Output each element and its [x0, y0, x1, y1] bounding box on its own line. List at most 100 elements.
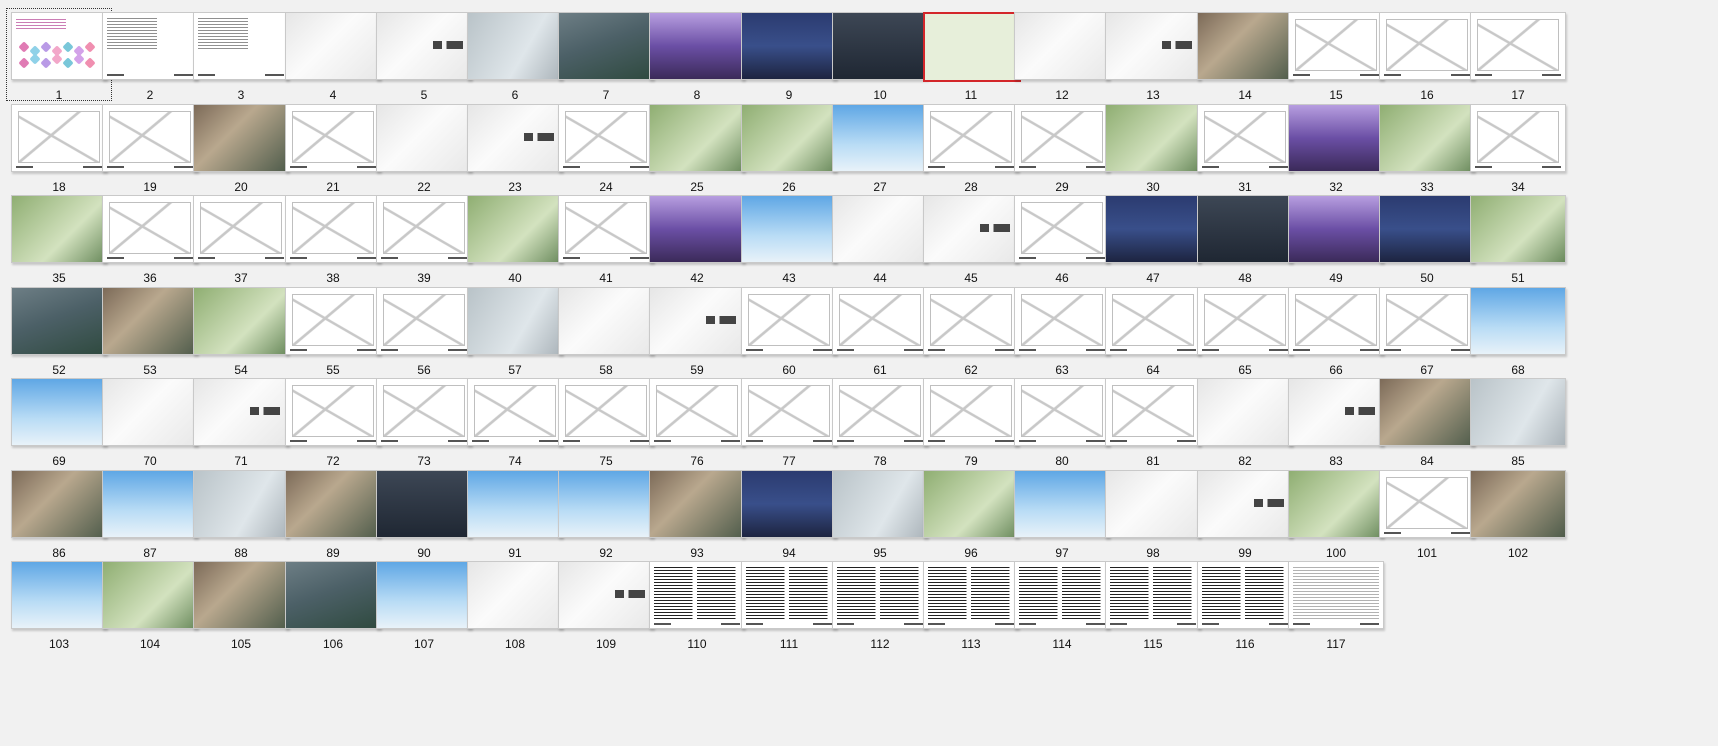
slide-thumbnail-102[interactable]: 102 — [1470, 470, 1568, 570]
slide-thumbnail-86[interactable]: 86 — [11, 470, 109, 570]
slide-thumbnail-89[interactable]: 89 — [285, 470, 383, 570]
slide-thumbnail-72[interactable]: 72 — [285, 378, 383, 478]
slide-thumbnail-95[interactable]: 95 — [832, 470, 930, 570]
slide-thumbnail-12[interactable]: 12 — [1014, 12, 1112, 112]
slide-thumbnail-77[interactable]: 77 — [741, 378, 839, 478]
slide-thumbnail-14[interactable]: 14 — [1197, 12, 1295, 112]
slide-thumbnail-81[interactable]: 81 — [1105, 378, 1203, 478]
slide-thumbnail-57[interactable]: 57 — [467, 287, 565, 387]
slide-thumbnail-69[interactable]: 69 — [11, 378, 109, 478]
slide-thumbnail-103[interactable]: 103 — [11, 561, 109, 661]
slide-thumbnail-101[interactable]: 101 — [1379, 470, 1477, 570]
slide-thumbnail-52[interactable]: 52 — [11, 287, 109, 387]
slide-thumbnail-80[interactable]: 80 — [1014, 378, 1112, 478]
slide-thumbnail-113[interactable]: 113 — [923, 561, 1021, 661]
slide-thumbnail-58[interactable]: 58 — [558, 287, 656, 387]
slide-thumbnail-61[interactable]: 61 — [832, 287, 930, 387]
slide-thumbnail-106[interactable]: 106 — [285, 561, 383, 661]
slide-thumbnail-82[interactable]: 82 — [1197, 378, 1295, 478]
slide-thumbnail-54[interactable]: 54 — [193, 287, 291, 387]
slide-thumbnail-92[interactable]: 92 — [558, 470, 656, 570]
slide-thumbnail-48[interactable]: 48 — [1197, 195, 1295, 295]
slide-thumbnail-36[interactable]: 36 — [102, 195, 200, 295]
slide-thumbnail-28[interactable]: 28 — [923, 104, 1021, 204]
slide-thumbnail-71[interactable]: 71 — [193, 378, 291, 478]
slide-thumbnail-17[interactable]: 17 — [1470, 12, 1568, 112]
slide-thumbnail-32[interactable]: 32 — [1288, 104, 1386, 204]
slide-thumbnail-38[interactable]: 38 — [285, 195, 383, 295]
slide-thumbnail-30[interactable]: 30 — [1105, 104, 1203, 204]
slide-thumbnail-50[interactable]: 50 — [1379, 195, 1477, 295]
slide-thumbnail-112[interactable]: 112 — [832, 561, 930, 661]
slide-thumbnail-104[interactable]: 104 — [102, 561, 200, 661]
slide-thumbnail-96[interactable]: 96 — [923, 470, 1021, 570]
slide-thumbnail-93[interactable]: 93 — [649, 470, 747, 570]
slide-thumbnail-7[interactable]: 7 — [558, 12, 656, 112]
slide-thumbnail-68[interactable]: 68 — [1470, 287, 1568, 387]
slide-thumbnail-115[interactable]: 115 — [1105, 561, 1203, 661]
slide-thumbnail-9[interactable]: 9 — [741, 12, 839, 112]
slide-thumbnail-45[interactable]: 45 — [923, 195, 1021, 295]
slide-thumbnail-83[interactable]: 83 — [1288, 378, 1386, 478]
slide-thumbnail-19[interactable]: 19 — [102, 104, 200, 204]
slide-thumbnail-105[interactable]: 105 — [193, 561, 291, 661]
slide-thumbnail-41[interactable]: 41 — [558, 195, 656, 295]
slide-thumbnail-108[interactable]: 108 — [467, 561, 565, 661]
slide-thumbnail-39[interactable]: 39 — [376, 195, 474, 295]
slide-thumbnail-78[interactable]: 78 — [832, 378, 930, 478]
slide-thumbnail-90[interactable]: 90 — [376, 470, 474, 570]
slide-thumbnail-31[interactable]: 31 — [1197, 104, 1295, 204]
slide-thumbnail-33[interactable]: 33 — [1379, 104, 1477, 204]
slide-thumbnail-27[interactable]: 27 — [832, 104, 930, 204]
slide-thumbnail-5[interactable]: 5 — [376, 12, 474, 112]
slide-thumbnail-70[interactable]: 70 — [102, 378, 200, 478]
slide-thumbnail-109[interactable]: 109 — [558, 561, 656, 661]
slide-thumbnail-26[interactable]: 26 — [741, 104, 839, 204]
slide-thumbnail-75[interactable]: 75 — [558, 378, 656, 478]
slide-thumbnail-62[interactable]: 62 — [923, 287, 1021, 387]
slide-thumbnail-44[interactable]: 44 — [832, 195, 930, 295]
slide-thumbnail-24[interactable]: 24 — [558, 104, 656, 204]
slide-thumbnail-40[interactable]: 40 — [467, 195, 565, 295]
slide-sorter-view[interactable]: 1 2 3 4 5 6 7 8 9 10 11 12 13 14 15 16 17 18 19 20 21 22 23 24 2… — [0, 0, 1718, 746]
slide-thumbnail-23[interactable]: 23 — [467, 104, 565, 204]
slide-thumbnail-66[interactable]: 66 — [1288, 287, 1386, 387]
slide-thumbnail-11[interactable]: 11 — [923, 12, 1021, 112]
slide-thumbnail-107[interactable]: 107 — [376, 561, 474, 661]
slide-thumbnail-67[interactable]: 67 — [1379, 287, 1477, 387]
slide-thumbnail-13[interactable]: 13 — [1105, 12, 1203, 112]
slide-thumbnail-43[interactable]: 43 — [741, 195, 839, 295]
slide-thumbnail-74[interactable]: 74 — [467, 378, 565, 478]
slide-thumbnail-20[interactable]: 20 — [193, 104, 291, 204]
slide-thumbnail-6[interactable]: 6 — [467, 12, 565, 112]
slide-thumbnail-16[interactable]: 16 — [1379, 12, 1477, 112]
slide-thumbnail-8[interactable]: 8 — [649, 12, 747, 112]
slide-thumbnail-88[interactable]: 88 — [193, 470, 291, 570]
slide-thumbnail-79[interactable]: 79 — [923, 378, 1021, 478]
slide-thumbnail-49[interactable]: 49 — [1288, 195, 1386, 295]
slide-thumbnail-98[interactable]: 98 — [1105, 470, 1203, 570]
slide-thumbnail-100[interactable]: 100 — [1288, 470, 1386, 570]
slide-thumbnail-65[interactable]: 65 — [1197, 287, 1295, 387]
slide-thumbnail-22[interactable]: 22 — [376, 104, 474, 204]
slide-thumbnail-56[interactable]: 56 — [376, 287, 474, 387]
slide-thumbnail-2[interactable]: 2 — [102, 12, 200, 112]
slide-thumbnail-47[interactable]: 47 — [1105, 195, 1203, 295]
slide-thumbnail-85[interactable]: 85 — [1470, 378, 1568, 478]
slide-thumbnail-116[interactable]: 116 — [1197, 561, 1295, 661]
slide-thumbnail-18[interactable]: 18 — [11, 104, 109, 204]
slide-thumbnail-35[interactable]: 35 — [11, 195, 109, 295]
slide-thumbnail-60[interactable]: 60 — [741, 287, 839, 387]
slide-thumbnail-111[interactable]: 111 — [741, 561, 839, 661]
slide-thumbnail-97[interactable]: 97 — [1014, 470, 1112, 570]
slide-thumbnail-91[interactable]: 91 — [467, 470, 565, 570]
slide-thumbnail-4[interactable]: 4 — [285, 12, 383, 112]
slide-thumbnail-46[interactable]: 46 — [1014, 195, 1112, 295]
slide-thumbnail-10[interactable]: 10 — [832, 12, 930, 112]
slide-thumbnail-94[interactable]: 94 — [741, 470, 839, 570]
slide-thumbnail-3[interactable]: 3 — [193, 12, 291, 112]
slide-thumbnail-34[interactable]: 34 — [1470, 104, 1568, 204]
slide-thumbnail-64[interactable]: 64 — [1105, 287, 1203, 387]
slide-thumbnail-87[interactable]: 87 — [102, 470, 200, 570]
slide-thumbnail-1[interactable]: 1 — [6, 8, 112, 112]
